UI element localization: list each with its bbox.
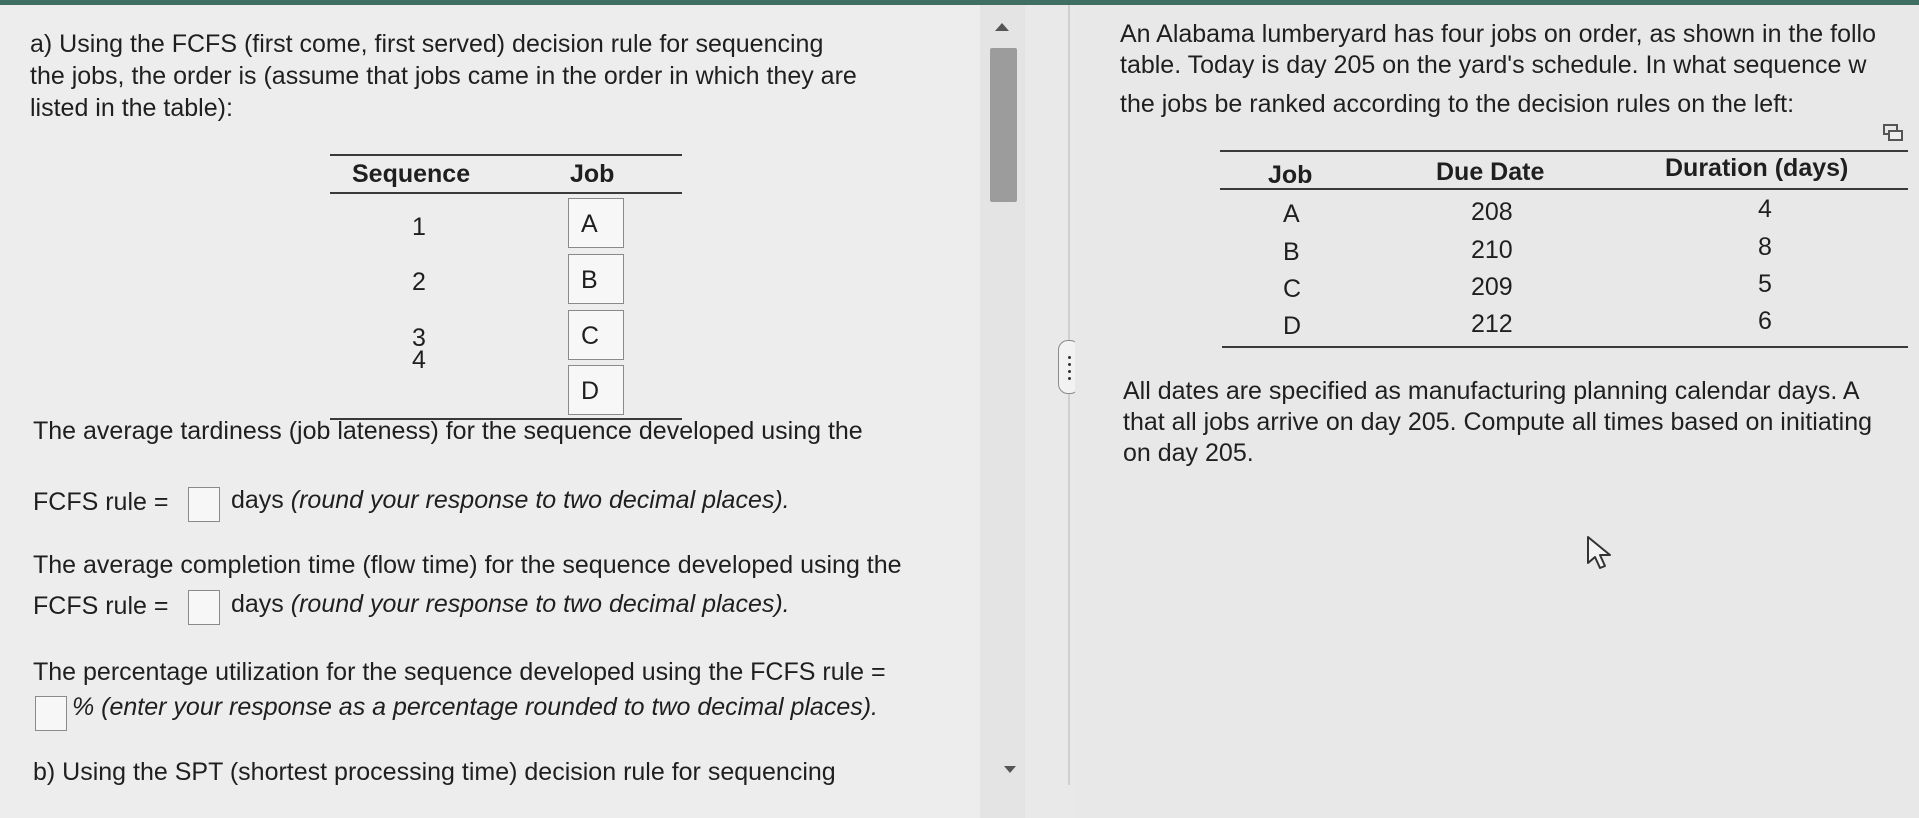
mouse-pointer-icon: [1587, 536, 1611, 569]
problem-intro-3: the jobs be ranked according to the deci…: [1120, 90, 1795, 118]
tardiness-answer-input[interactable]: [188, 487, 220, 522]
sequence-cell: 1: [412, 213, 426, 241]
due-date-cell: 210: [1471, 236, 1513, 264]
job-cell: B: [1283, 238, 1300, 266]
duration-cell: 8: [1758, 233, 1772, 261]
q1-instruction: (round your response to two decimal plac…: [290, 486, 790, 514]
job-select-4[interactable]: D: [568, 365, 624, 415]
q1-text: The average tardiness (job lateness) for…: [33, 417, 863, 445]
problem-intro-2: table. Today is day 205 on the yard's sc…: [1120, 51, 1867, 79]
part-b-text: b) Using the SPT (shortest processing ti…: [33, 758, 836, 786]
duration-column-header: Duration (days): [1665, 154, 1849, 182]
utilization-answer-input[interactable]: [35, 696, 67, 731]
flow-time-answer-input[interactable]: [188, 590, 220, 625]
due-date-cell: 209: [1471, 273, 1513, 301]
scroll-up-arrow-icon[interactable]: [994, 22, 1010, 32]
jobs-table-top-rule: [1220, 150, 1908, 152]
q1-unit: days: [231, 486, 284, 514]
q3-text: The percentage utilization for the seque…: [33, 658, 886, 686]
jobs-table-bottom-rule: [1222, 346, 1908, 348]
job-cell: D: [1283, 312, 1302, 340]
copy-icon[interactable]: [1882, 123, 1904, 143]
intro-line-2: the jobs, the order is (assume that jobs…: [30, 62, 857, 90]
job-select-1[interactable]: A: [568, 198, 624, 248]
q3-suffix: % (enter your response as a percentage r…: [72, 692, 878, 723]
scroll-down-arrow-icon[interactable]: [1003, 765, 1017, 774]
job-header: Job: [570, 160, 615, 188]
intro-line-1: a) Using the FCFS (first come, first ser…: [30, 30, 824, 58]
note-line-1: All dates are specified as manufacturing…: [1123, 377, 1860, 405]
pane-divider: [1068, 5, 1070, 785]
due-date-column-header: Due Date: [1436, 158, 1545, 186]
due-date-cell: 208: [1471, 198, 1513, 226]
sequence-cell: 4: [412, 346, 426, 374]
q2-prefix: FCFS rule =: [33, 592, 169, 620]
q2-unit: days: [231, 590, 284, 618]
job-cell: C: [1283, 275, 1302, 303]
job-column-header: Job: [1268, 161, 1313, 189]
duration-cell: 4: [1758, 195, 1772, 223]
job-cell: A: [1283, 200, 1300, 228]
scrollbar-thumb[interactable]: [990, 48, 1017, 202]
sequence-header: Sequence: [352, 160, 471, 188]
duration-cell: 6: [1758, 307, 1772, 335]
job-select-3[interactable]: C: [568, 310, 624, 360]
jobs-table-header-rule: [1220, 188, 1908, 190]
job-select-2[interactable]: B: [568, 254, 624, 304]
due-date-cell: 212: [1471, 310, 1513, 338]
note-line-3: on day 205.: [1123, 439, 1254, 467]
note-line-2: that all jobs arrive on day 205. Compute…: [1123, 408, 1873, 436]
q2-suffix: days (round your response to two decimal…: [231, 589, 790, 620]
duration-cell: 5: [1758, 270, 1772, 298]
q2-instruction: (round your response to two decimal plac…: [290, 590, 790, 618]
q3-instruction: % (enter your response as a percentage r…: [72, 693, 879, 721]
table-top-rule: [330, 154, 682, 156]
problem-intro-1: An Alabama lumberyard has four jobs on o…: [1120, 20, 1876, 48]
intro-line-3: listed in the table):: [30, 94, 233, 122]
q1-suffix: days (round your response to two decimal…: [231, 485, 790, 516]
header-rule: [330, 192, 682, 194]
sequence-cell: 2: [412, 268, 426, 296]
q2-text: The average completion time (flow time) …: [33, 551, 902, 579]
q1-prefix: FCFS rule =: [33, 488, 169, 516]
